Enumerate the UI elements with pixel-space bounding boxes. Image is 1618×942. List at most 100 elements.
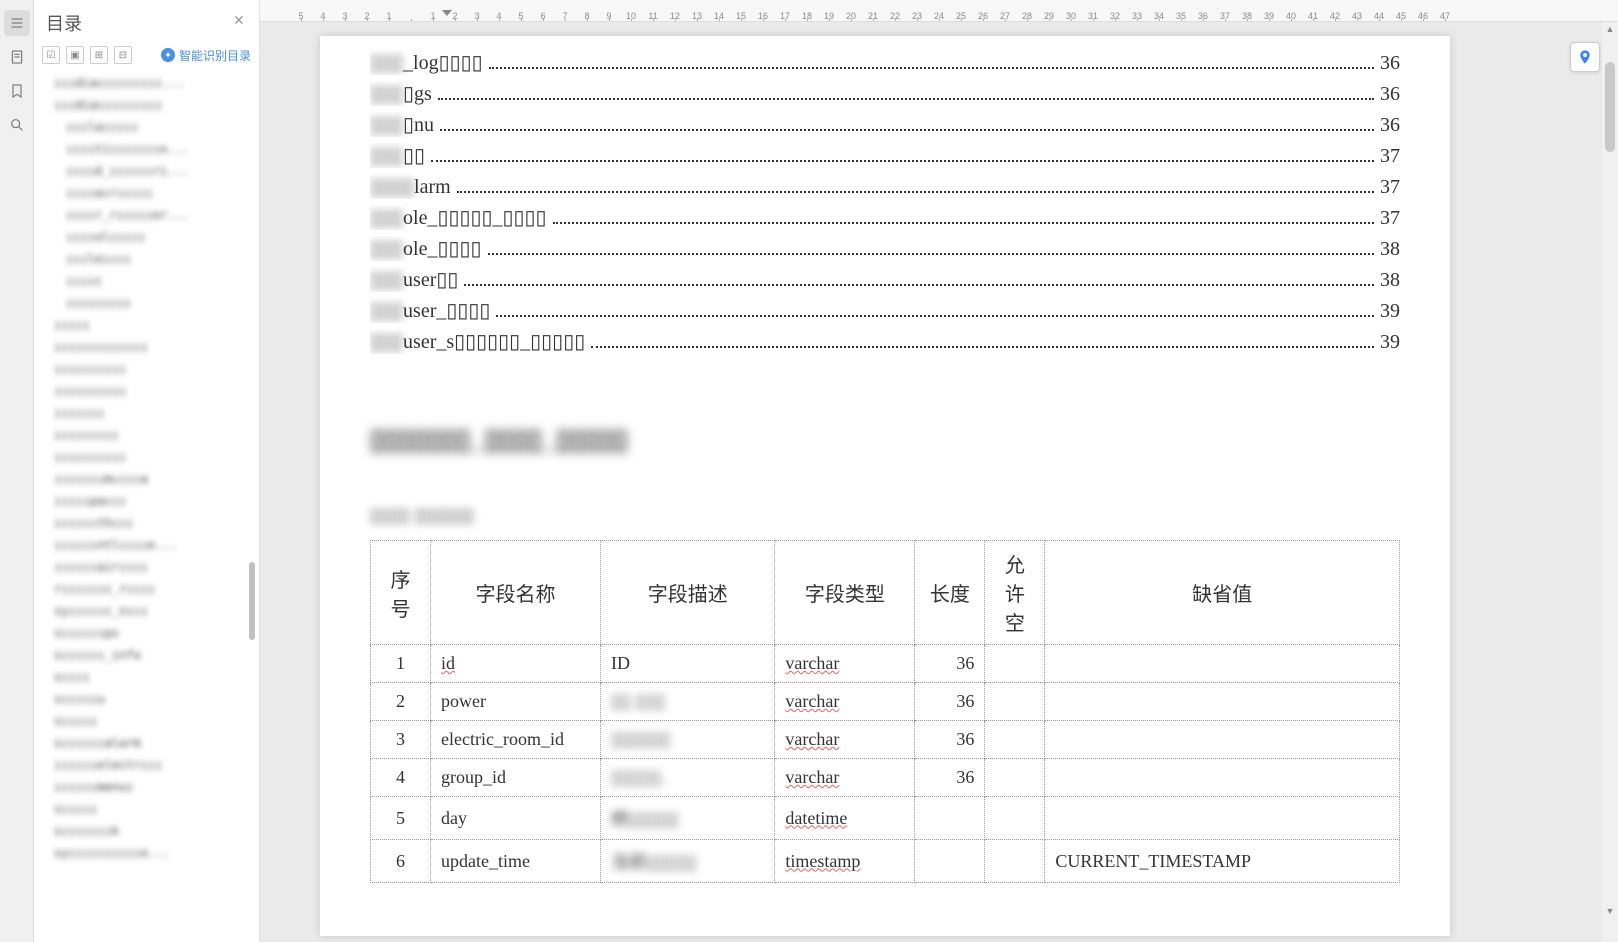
toc-item[interactable]: ▯▯▯▯c: [48, 270, 255, 292]
toc-image-icon[interactable]: ▣: [66, 46, 84, 64]
scrollbar-thumb[interactable]: [1605, 62, 1615, 152]
th-def: 缺省值: [1045, 541, 1400, 645]
page-icon[interactable]: [4, 44, 30, 70]
scroll-down-arrow[interactable]: ▼: [1605, 906, 1615, 916]
toc-item[interactable]: sy▯▯▯▯▯c_n▯▯▯: [48, 600, 255, 622]
toc-item[interactable]: ▯▯▯▯▯▯ntl▯▯▯▯e...: [48, 534, 255, 556]
ruler-tick: 10: [620, 11, 642, 21]
table-cell: 36: [915, 721, 985, 759]
page-toc-label: ▯▯▯user_s▯▯▯▯▯▯_▯▯▯▯▯: [370, 329, 585, 354]
toc-item[interactable]: s▯▯▯▯▯: [48, 710, 255, 732]
toc-collapse-icon[interactable]: ⊟: [114, 46, 132, 64]
toc-item[interactable]: ▯▯▯▯▯pa▯▯▯: [48, 490, 255, 512]
toc-item[interactable]: ▯▯▯▯▯▯▯▯▯▯: [48, 358, 255, 380]
toc-item[interactable]: ▯▯▯▯▯▯▯▯▯▯▯▯▯: [48, 336, 255, 358]
toc-item[interactable]: ▯▯▯le▯▯▯▯: [48, 248, 255, 270]
page-toc-row[interactable]: ▯▯▯ole_▯▯▯▯38: [370, 236, 1400, 261]
page-toc-row[interactable]: ▯▯▯▯▯37: [370, 143, 1400, 168]
smart-toc-button[interactable]: ✦ 智能识别目录: [161, 47, 251, 64]
ruler-tick: 4: [312, 11, 334, 21]
toc-item[interactable]: ▯▯▯▯r_r▯▯▯▯▯er...: [48, 204, 255, 226]
toc-item[interactable]: ▯▯▯▯d_▯▯▯▯▯▯ri...: [48, 160, 255, 182]
toc-dots: [488, 253, 1375, 255]
table-cell: 36: [915, 759, 985, 797]
page-toc-row[interactable]: ▯▯▯▯gs36: [370, 81, 1400, 106]
ruler-tick: 14: [708, 11, 730, 21]
toc-item[interactable]: ▯▯▯▯ti▯▯▯▯▯▯▯o...: [48, 138, 255, 160]
toc-item[interactable]: ▯▯▯▯▯: [48, 314, 255, 336]
vertical-scrollbar[interactable]: ▲ ▼: [1602, 22, 1618, 942]
th-desc: 字段描述: [601, 541, 775, 645]
table-row: 5day统▯▯▯▯▯datetime: [371, 797, 1400, 840]
page-toc-row[interactable]: ▯▯▯ole_▯▯▯▯▯_▯▯▯▯37: [370, 205, 1400, 230]
ruler-tick: 19: [818, 11, 840, 21]
toc-dots: [464, 284, 1374, 286]
map-pin-button[interactable]: [1570, 42, 1600, 72]
search-icon[interactable]: [4, 112, 30, 138]
ruler-tick: 5: [510, 11, 532, 21]
toc-item[interactable]: ▯▯▯▯a▯r▯▯▯▯▯: [48, 182, 255, 204]
toc-item[interactable]: ▯▯▯▯▯▯th▯▯▯: [48, 512, 255, 534]
table-cell: update_time: [431, 840, 601, 883]
toc-item[interactable]: ▯▯▯dia▯▯▯▯▯▯▯▯▯...: [48, 72, 255, 94]
toc-item[interactable]: ▯▯▯▯▯▯▯▯▯: [48, 424, 255, 446]
toc-dots: [553, 222, 1374, 224]
table-cell: 5: [371, 797, 431, 840]
toc-expand-icon[interactable]: ⊞: [90, 46, 108, 64]
bookmark-icon[interactable]: [4, 78, 30, 104]
ruler-tick: 6: [532, 11, 554, 21]
ruler-tick: 3: [466, 11, 488, 21]
page-toc-row[interactable]: ▯▯▯user▯▯38: [370, 267, 1400, 292]
ruler-tick: 35: [1170, 11, 1192, 21]
ruler-tick: 28: [1016, 11, 1038, 21]
toc-list[interactable]: ▯▯▯dia▯▯▯▯▯▯▯▯▯...▯▯▯dia▯▯▯▯▯▯▯▯▯▯▯▯la▯▯…: [34, 72, 259, 942]
page-toc-row[interactable]: ▯▯▯▯larm37: [370, 174, 1400, 199]
ruler-tick: 30: [1060, 11, 1082, 21]
toc-item[interactable]: s▯▯▯▯: [48, 666, 255, 688]
toc-item[interactable]: r▯▯▯▯▯▯c_r▯▯▯▯: [48, 578, 255, 600]
page-toc-pagenum: 38: [1380, 238, 1400, 261]
toc-item[interactable]: ▯▯▯▯▯▯▯m▯▯▯▯a: [48, 468, 255, 490]
page-toc-row[interactable]: ▯▯▯▯nu36: [370, 112, 1400, 137]
close-icon[interactable]: ✕: [233, 12, 249, 28]
toc-item[interactable]: s▯▯▯▯▯: [48, 798, 255, 820]
toc-item[interactable]: sy▯▯▯▯▯▯▯▯▯▯e...: [48, 842, 255, 864]
toc-dots: [591, 346, 1374, 348]
toc-item[interactable]: s▯▯▯▯▯u: [48, 688, 255, 710]
toc-item[interactable]: s▯▯▯▯▯▯ps: [48, 622, 255, 644]
page-toc-label: ▯▯▯user▯▯: [370, 267, 458, 292]
ruler-tick: 25: [950, 11, 972, 21]
table-cell: ▯▯▯▯▯▯: [601, 721, 775, 759]
toc-item[interactable]: ▯▯▯▯ol▯▯▯▯▯: [48, 226, 255, 248]
th-len: 长度: [915, 541, 985, 645]
toc-item[interactable]: s▯▯▯▯▯▯_info: [48, 644, 255, 666]
table-row: 1idIDvarchar36: [371, 645, 1400, 683]
toc-item[interactable]: ▯▯▯▯▯▯electr▯▯▯: [48, 754, 255, 776]
toc-item[interactable]: ▯▯▯▯▯▯air▯▯▯▯: [48, 556, 255, 578]
ruler-tick: 22: [884, 11, 906, 21]
toc-item[interactable]: ▯▯▯▯▯▯▯▯▯: [48, 292, 255, 314]
table-cell: 36: [915, 645, 985, 683]
toc-icon[interactable]: [4, 10, 30, 36]
ruler-top: 5432112345678910111213141516171819202122…: [260, 0, 1618, 22]
ruler-tick: 27: [994, 11, 1016, 21]
scroll-up-arrow[interactable]: ▲: [1605, 24, 1615, 34]
page-toc-row[interactable]: ▯▯▯_log▯▯▯▯36: [370, 50, 1400, 75]
toc-dots: [489, 67, 1374, 69]
toc-item[interactable]: ▯▯▯▯▯▯menu▯: [48, 776, 255, 798]
toc-item[interactable]: ▯▯▯dia▯▯▯▯▯▯▯▯▯: [48, 94, 255, 116]
toc-item[interactable]: ▯▯▯▯▯▯▯: [48, 402, 255, 424]
ruler-tick: 32: [1104, 11, 1126, 21]
page-toc-row[interactable]: ▯▯▯user_▯▯▯▯39: [370, 298, 1400, 323]
toc-item[interactable]: ▯▯▯▯▯▯▯▯▯▯: [48, 446, 255, 468]
toc-item[interactable]: s▯▯▯▯▯▯alarm: [48, 732, 255, 754]
page-toc-pagenum: 36: [1380, 83, 1400, 106]
toc-item[interactable]: ▯▯▯la▯▯▯▯▯: [48, 116, 255, 138]
ruler-tick: 29: [1038, 11, 1060, 21]
toc-checkbox-icon[interactable]: ☑: [42, 46, 60, 64]
toc-item[interactable]: ▯▯▯▯▯▯▯▯▯▯: [48, 380, 255, 402]
page-toc-row[interactable]: ▯▯▯user_s▯▯▯▯▯▯_▯▯▯▯▯39: [370, 329, 1400, 354]
ruler-tick: 38: [1236, 11, 1258, 21]
toc-item[interactable]: s▯▯▯▯▯▯▯k: [48, 820, 255, 842]
field-table: 序号 字段名称 字段描述 字段类型 长度 允许空 缺省值 1idIDvarcha…: [370, 540, 1400, 883]
